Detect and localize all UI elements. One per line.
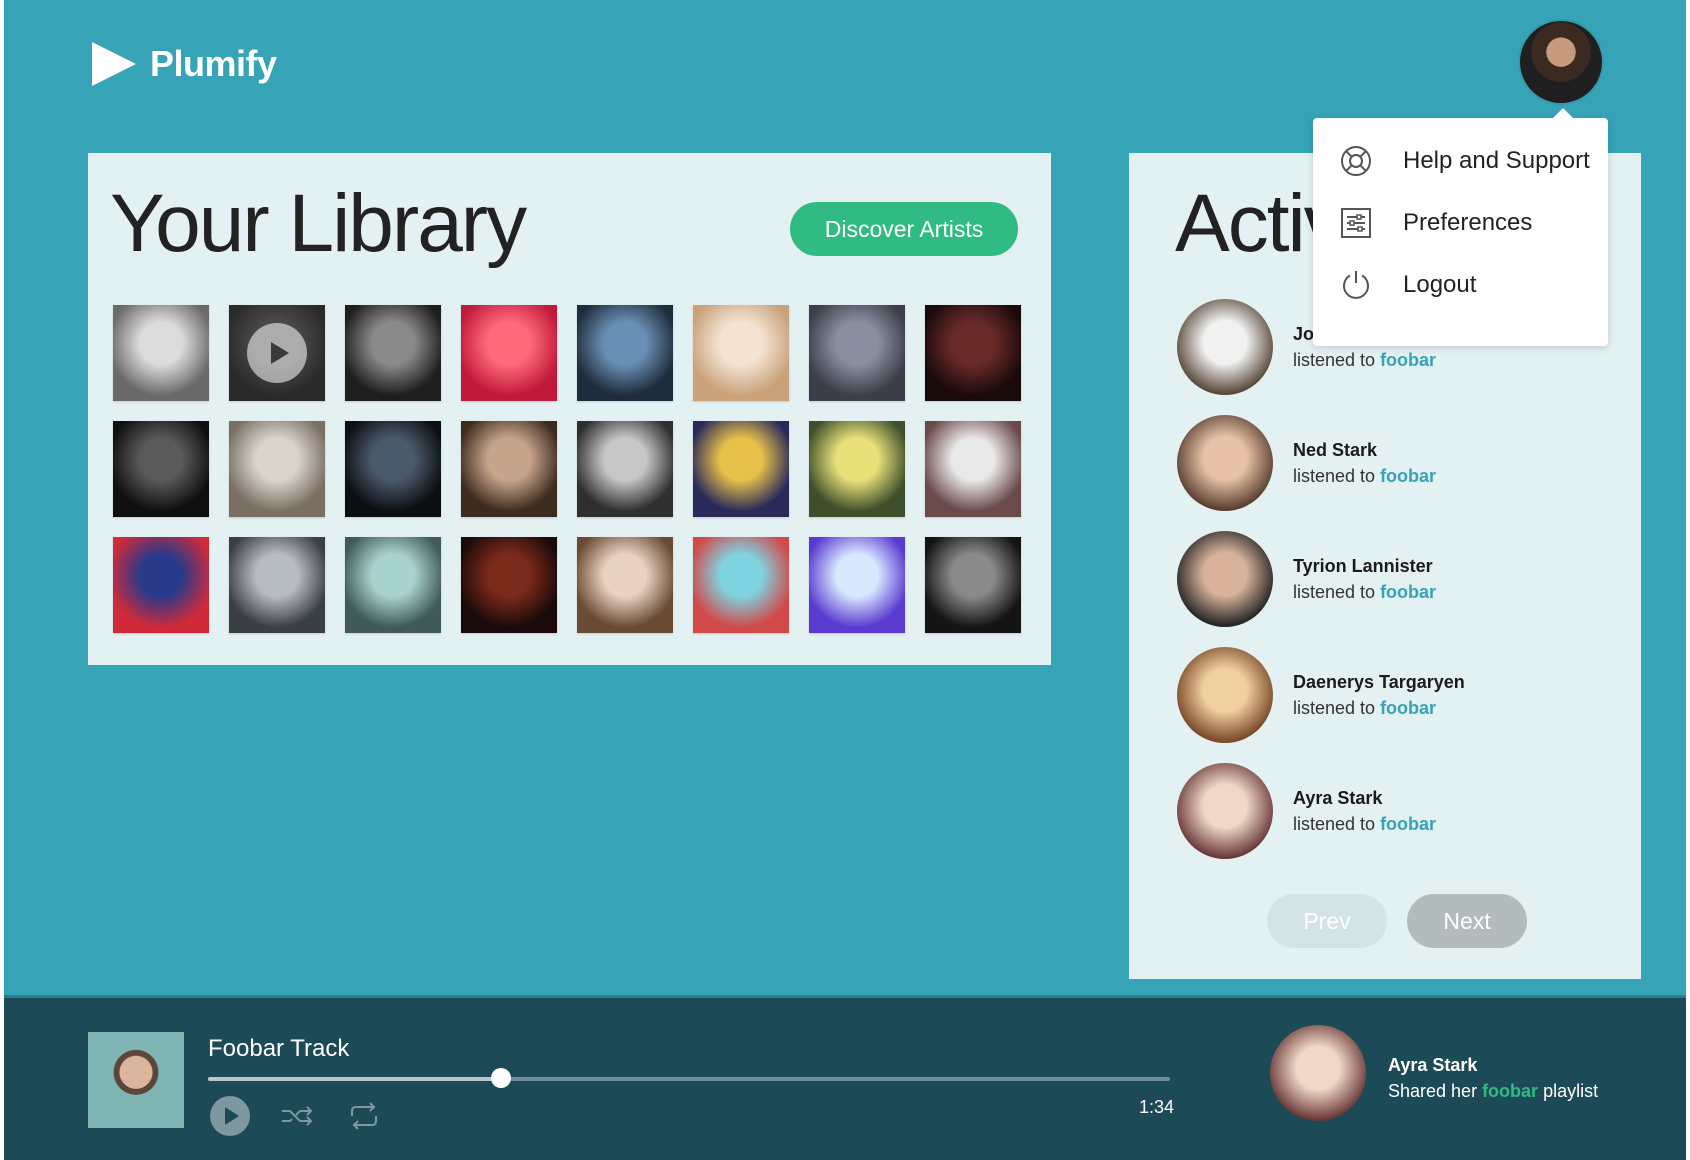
track-title: Foobar Track [208, 1035, 350, 1062]
dropdown-caret [1553, 108, 1573, 118]
library-album-tile[interactable] [113, 537, 209, 633]
library-album-tile[interactable] [229, 305, 325, 401]
library-album-tile[interactable] [925, 537, 1021, 633]
lifebuoy-icon [1339, 144, 1373, 178]
library-album-tile[interactable] [925, 421, 1021, 517]
shared-description: Shared her foobar playlist [1388, 1081, 1598, 1102]
activity-text: Ned Stark listened to foobar [1293, 437, 1436, 489]
activity-item: Ned Stark listened to foobar [1177, 415, 1465, 511]
activity-text: Tyrion Lannister listened to foobar [1293, 553, 1436, 605]
brand-name: Plumify [150, 43, 277, 84]
activity-track-link[interactable]: foobar [1380, 698, 1436, 718]
library-album-tile[interactable] [113, 421, 209, 517]
discover-artists-button[interactable]: Discover Artists [790, 202, 1018, 256]
library-album-tile[interactable] [577, 421, 673, 517]
library-album-tile[interactable] [809, 305, 905, 401]
activity-track-link[interactable]: foobar [1380, 814, 1436, 834]
play-logo-icon [92, 42, 136, 86]
activity-user-name[interactable]: Tyrion Lannister [1293, 553, 1436, 579]
activity-user-name[interactable]: Ayra Stark [1293, 785, 1436, 811]
window-border-right [1686, 0, 1690, 1160]
menu-item-label: Help and Support [1403, 147, 1590, 174]
library-title: Your Library [110, 178, 527, 269]
activity-description: listened to foobar [1293, 463, 1436, 489]
library-album-tile[interactable] [229, 421, 325, 517]
brand-logo[interactable]: Plumify [92, 42, 277, 86]
library-album-tile[interactable] [577, 537, 673, 633]
activity-item: Tyrion Lannister listened to foobar [1177, 531, 1465, 627]
activity-item: Ayra Stark listened to foobar [1177, 763, 1465, 859]
play-button[interactable] [210, 1096, 250, 1136]
shared-text-before: Shared her [1388, 1081, 1483, 1101]
menu-item-preferences[interactable]: Preferences [1313, 192, 1608, 254]
player-bar: Foobar Track 1:34 Ayra Stark Shared her … [4, 995, 1686, 1160]
activity-action: listened to [1293, 698, 1381, 718]
track-artwork [88, 1032, 184, 1128]
activity-text: Ayra Stark listened to foobar [1293, 785, 1436, 837]
user-avatar-button[interactable] [1520, 21, 1602, 103]
menu-item-logout[interactable]: Logout [1313, 254, 1608, 316]
activity-description: listened to foobar [1293, 347, 1436, 373]
activity-avatar[interactable] [1177, 415, 1273, 511]
library-album-tile[interactable] [345, 305, 441, 401]
elapsed-time: 1:34 [1138, 1097, 1174, 1117]
library-album-tile[interactable] [809, 421, 905, 517]
menu-item-label: Logout [1403, 271, 1477, 298]
shared-user-name[interactable]: Ayra Stark [1388, 1055, 1477, 1076]
repeat-icon[interactable] [344, 1099, 384, 1133]
activity-avatar[interactable] [1177, 763, 1273, 859]
activity-track-link[interactable]: foobar [1380, 350, 1436, 370]
library-album-tile[interactable] [693, 421, 789, 517]
library-album-tile[interactable] [461, 537, 557, 633]
library-album-tile[interactable] [577, 305, 673, 401]
shared-playlist-link[interactable]: foobar [1482, 1081, 1538, 1101]
library-grid [113, 305, 1021, 633]
activity-action: listened to [1293, 814, 1381, 834]
library-album-tile[interactable] [809, 537, 905, 633]
next-button[interactable]: Next [1407, 894, 1527, 948]
library-album-tile[interactable] [461, 305, 557, 401]
progress-fill [208, 1077, 502, 1081]
activity-description: listened to foobar [1293, 579, 1436, 605]
shared-user-avatar[interactable] [1270, 1025, 1366, 1121]
shuffle-icon[interactable] [278, 1099, 318, 1133]
library-album-tile[interactable] [345, 537, 441, 633]
user-menu-dropdown: Help and Support Preferences Logout [1313, 108, 1608, 346]
sliders-icon [1339, 206, 1373, 240]
library-album-tile[interactable] [693, 537, 789, 633]
activity-track-link[interactable]: foobar [1380, 582, 1436, 602]
activity-action: listened to [1293, 466, 1381, 486]
activity-action: listened to [1293, 582, 1381, 602]
activity-description: listened to foobar [1293, 695, 1465, 721]
menu-item-label: Preferences [1403, 209, 1533, 236]
library-album-tile[interactable] [925, 305, 1021, 401]
activity-avatar[interactable] [1177, 531, 1273, 627]
player-bar-divider [4, 995, 1686, 998]
library-album-tile[interactable] [113, 305, 209, 401]
activity-action: listened to [1293, 350, 1381, 370]
power-icon [1339, 268, 1373, 302]
library-album-tile[interactable] [693, 305, 789, 401]
prev-button[interactable]: Prev [1267, 894, 1387, 948]
activity-text: Daenerys Targaryen listened to foobar [1293, 669, 1465, 721]
menu-item-help[interactable]: Help and Support [1313, 130, 1608, 192]
progress-bar[interactable] [208, 1068, 1170, 1088]
library-album-tile[interactable] [345, 421, 441, 517]
library-album-tile[interactable] [229, 537, 325, 633]
play-overlay-icon[interactable] [247, 323, 307, 383]
window-border-left [0, 0, 4, 1160]
activity-item: Daenerys Targaryen listened to foobar [1177, 647, 1465, 743]
progress-handle[interactable] [491, 1068, 512, 1088]
library-panel: Your Library Discover Artists [88, 153, 1051, 665]
activity-track-link[interactable]: foobar [1380, 466, 1436, 486]
library-album-tile[interactable] [461, 421, 557, 517]
activity-list: John Snowlistened to foobarNed Starklist… [1177, 299, 1465, 879]
activity-avatar[interactable] [1177, 299, 1273, 395]
activity-description: listened to foobar [1293, 811, 1436, 837]
activity-user-name[interactable]: Ned Stark [1293, 437, 1436, 463]
activity-avatar[interactable] [1177, 647, 1273, 743]
shared-text-after: playlist [1538, 1081, 1599, 1101]
activity-user-name[interactable]: Daenerys Targaryen [1293, 669, 1465, 695]
